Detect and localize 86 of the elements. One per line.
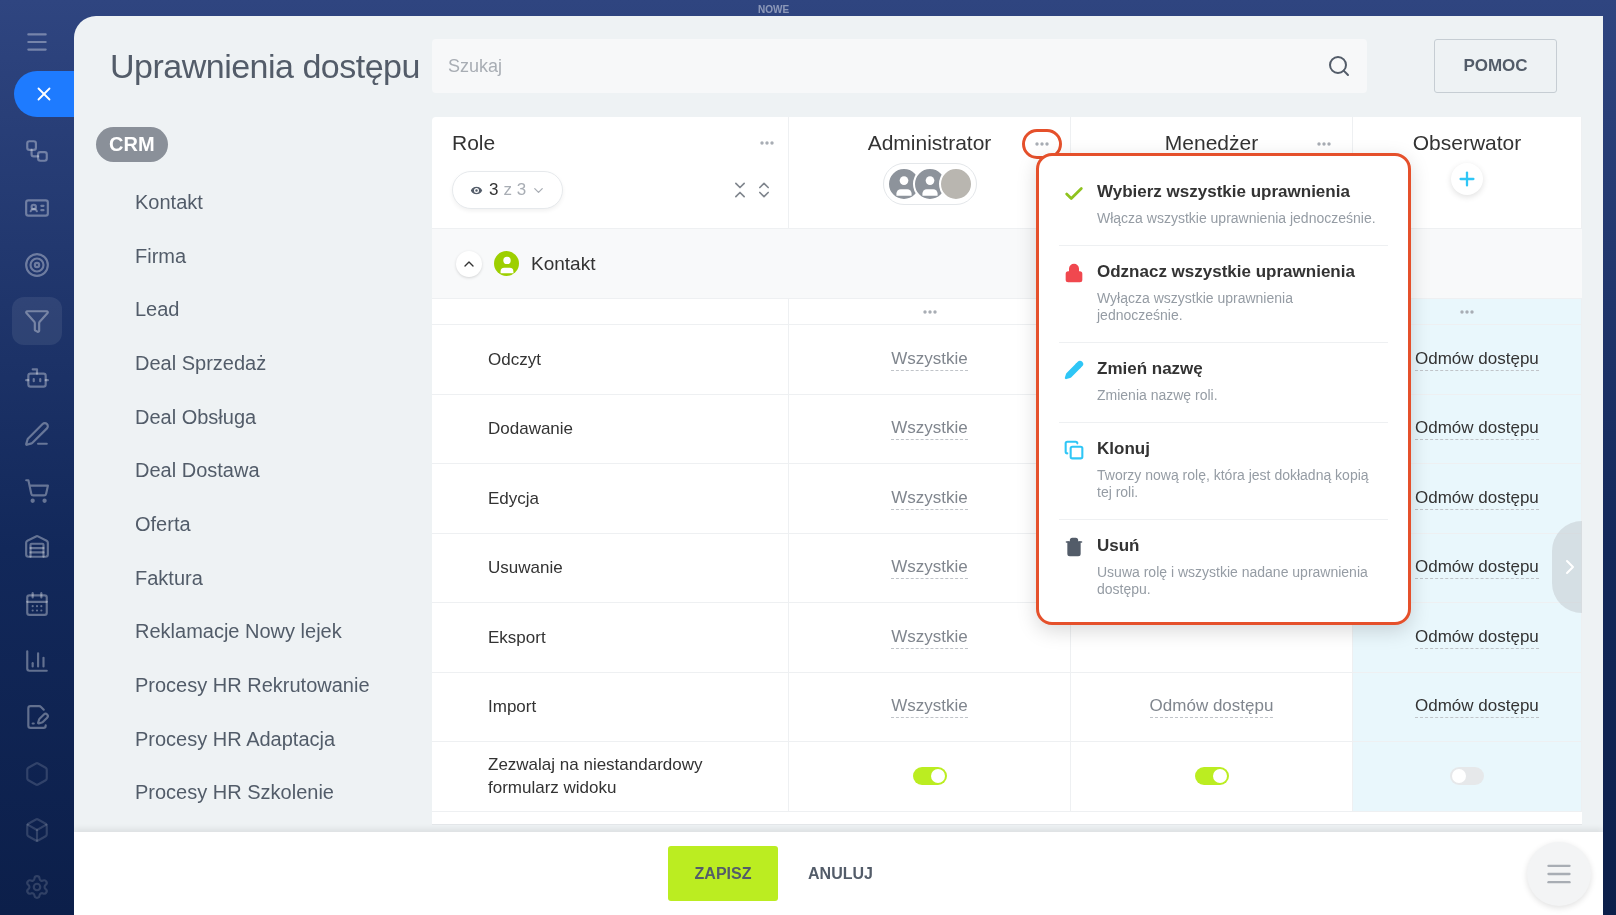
sidebar-item[interactable]: Procesy HR Adaptacja [96, 724, 336, 779]
cart-icon[interactable] [24, 477, 50, 504]
add-button[interactable] [1451, 163, 1483, 195]
role-name: Menedżer [1164, 131, 1259, 155]
sidebar-item[interactable]: Faktura [96, 563, 203, 618]
permission-label: Dodawanie [488, 418, 575, 441]
permission-label: Edycja [488, 487, 541, 510]
permission-value[interactable]: Odmów dostępu [1415, 625, 1539, 649]
menu-item[interactable]: Odznacz wszystkie uprawnienia Wyłącza wszystkie uprawnienia jednocześnie. [1059, 246, 1388, 343]
calendar-icon[interactable] [24, 590, 50, 617]
document-icon[interactable] [24, 704, 50, 731]
permission-value[interactable]: Odmów dostępu [1415, 486, 1539, 510]
more-button[interactable] [1460, 309, 1474, 314]
permission-value[interactable]: Odmów dostępu [1415, 347, 1539, 371]
permission-value[interactable]: Wszystkie [891, 417, 968, 441]
padlock-icon [1064, 263, 1084, 283]
permission-value[interactable]: Wszystkie [891, 695, 968, 719]
person-icon [494, 251, 519, 276]
close-button[interactable] [14, 70, 74, 118]
more-button[interactable] [760, 141, 774, 145]
permission-value[interactable]: Odmów dostępu [1415, 556, 1539, 580]
menu-item[interactable]: Wybierz wszystkie uprawnienia Włącza wszystkie uprawnienia jednocześnie. [1059, 166, 1388, 246]
nodes-icon[interactable] [24, 138, 50, 165]
toggle-switch[interactable] [1194, 767, 1229, 786]
permission-label: Odczyt [488, 348, 542, 371]
list-menu-button[interactable] [1527, 842, 1591, 906]
search-field[interactable]: Szukaj [432, 39, 1367, 93]
dots-icon [1460, 309, 1474, 314]
permission-value[interactable]: Wszystkie [891, 625, 968, 649]
help-button[interactable]: POMOC [1434, 39, 1557, 93]
copy-icon [1064, 440, 1084, 460]
permission-value[interactable]: Odmów dostępu [1415, 695, 1539, 719]
toggle-switch[interactable] [912, 767, 947, 786]
sidebar-item[interactable]: Deal Dostawa [96, 456, 260, 511]
page-title: Uprawnienia dostępu [110, 46, 421, 86]
permission-value[interactable]: Wszystkie [891, 347, 968, 371]
collapse-button[interactable] [456, 250, 482, 277]
sidebar-item[interactable]: Lead [96, 295, 180, 349]
permission-label: Eksport [488, 626, 547, 649]
cancel-button[interactable]: ANULUJ [802, 863, 879, 884]
dots-icon [1317, 142, 1331, 146]
hexagon-icon[interactable] [24, 760, 50, 787]
cube-icon[interactable] [24, 817, 50, 844]
avatar-group[interactable] [882, 163, 977, 205]
toggle-switch[interactable] [1450, 767, 1484, 786]
sidebar-item[interactable]: Procesy HR Rekrutowanie [96, 671, 370, 725]
sidebar-item[interactable]: Deal Sprzedaż [96, 349, 267, 403]
permission-value[interactable]: Odmów dostępu [1415, 417, 1539, 441]
sidebar-item[interactable]: Kontakt [96, 188, 203, 242]
target-icon[interactable] [24, 251, 50, 278]
photo-placeholder [938, 167, 973, 201]
section-tag: CRM [96, 127, 168, 162]
permission-value[interactable]: Wszystkie [891, 556, 968, 580]
permission-value[interactable]: Wszystkie [891, 486, 968, 510]
role-filter[interactable]: 3 z 3 [452, 171, 564, 209]
trash-icon [1064, 537, 1084, 557]
sidebar-item[interactable]: Oferta [96, 510, 191, 564]
bar-chart-icon[interactable] [24, 647, 50, 674]
search-icon[interactable] [1327, 54, 1351, 78]
menu-item[interactable]: Zmień nazwę Zmienia nazwę roli. [1059, 343, 1388, 423]
settings-icon[interactable] [24, 873, 50, 900]
sidebar-item[interactable]: Procesy HR Szkolenie [96, 778, 334, 833]
funnel-icon[interactable] [24, 308, 50, 335]
role-name: Administrator [867, 131, 992, 155]
permission-value[interactable]: Odmów dostępu [1149, 695, 1274, 719]
sidebar-item[interactable]: Reklamacje Nowy lejek [96, 617, 342, 672]
permission-label: Import [488, 696, 538, 719]
more-button[interactable] [1022, 129, 1062, 159]
menu-item[interactable]: Klonuj Tworzy nową rolę, która jest dokładną kopią tej roli. [1059, 423, 1388, 520]
permission-label: Usuwanie [488, 557, 564, 580]
dots-icon [1035, 142, 1049, 146]
pencil-icon [1064, 360, 1084, 380]
menu-item[interactable]: Usuń Usuwa rolę i wszystkie nadane uprawnienia dostępu. [1059, 520, 1388, 616]
backdrop-label: NOWE [757, 4, 790, 16]
save-button[interactable]: ZAPISZ [668, 846, 779, 901]
group-label: Kontakt [531, 252, 596, 275]
warehouse-icon[interactable] [24, 534, 50, 561]
sidebar-item[interactable]: Deal Obsługa [96, 402, 257, 457]
pen-icon[interactable] [24, 421, 50, 448]
dots-icon [922, 309, 937, 314]
column-title: Role [452, 131, 496, 155]
dots-icon [760, 141, 774, 145]
sidebar-item[interactable]: Firma [96, 241, 187, 296]
permission-label: Zezwalaj na niestandardowy formularz widoku [488, 754, 704, 800]
more-button[interactable] [922, 309, 937, 314]
role-name: Obserwator [1412, 131, 1522, 155]
